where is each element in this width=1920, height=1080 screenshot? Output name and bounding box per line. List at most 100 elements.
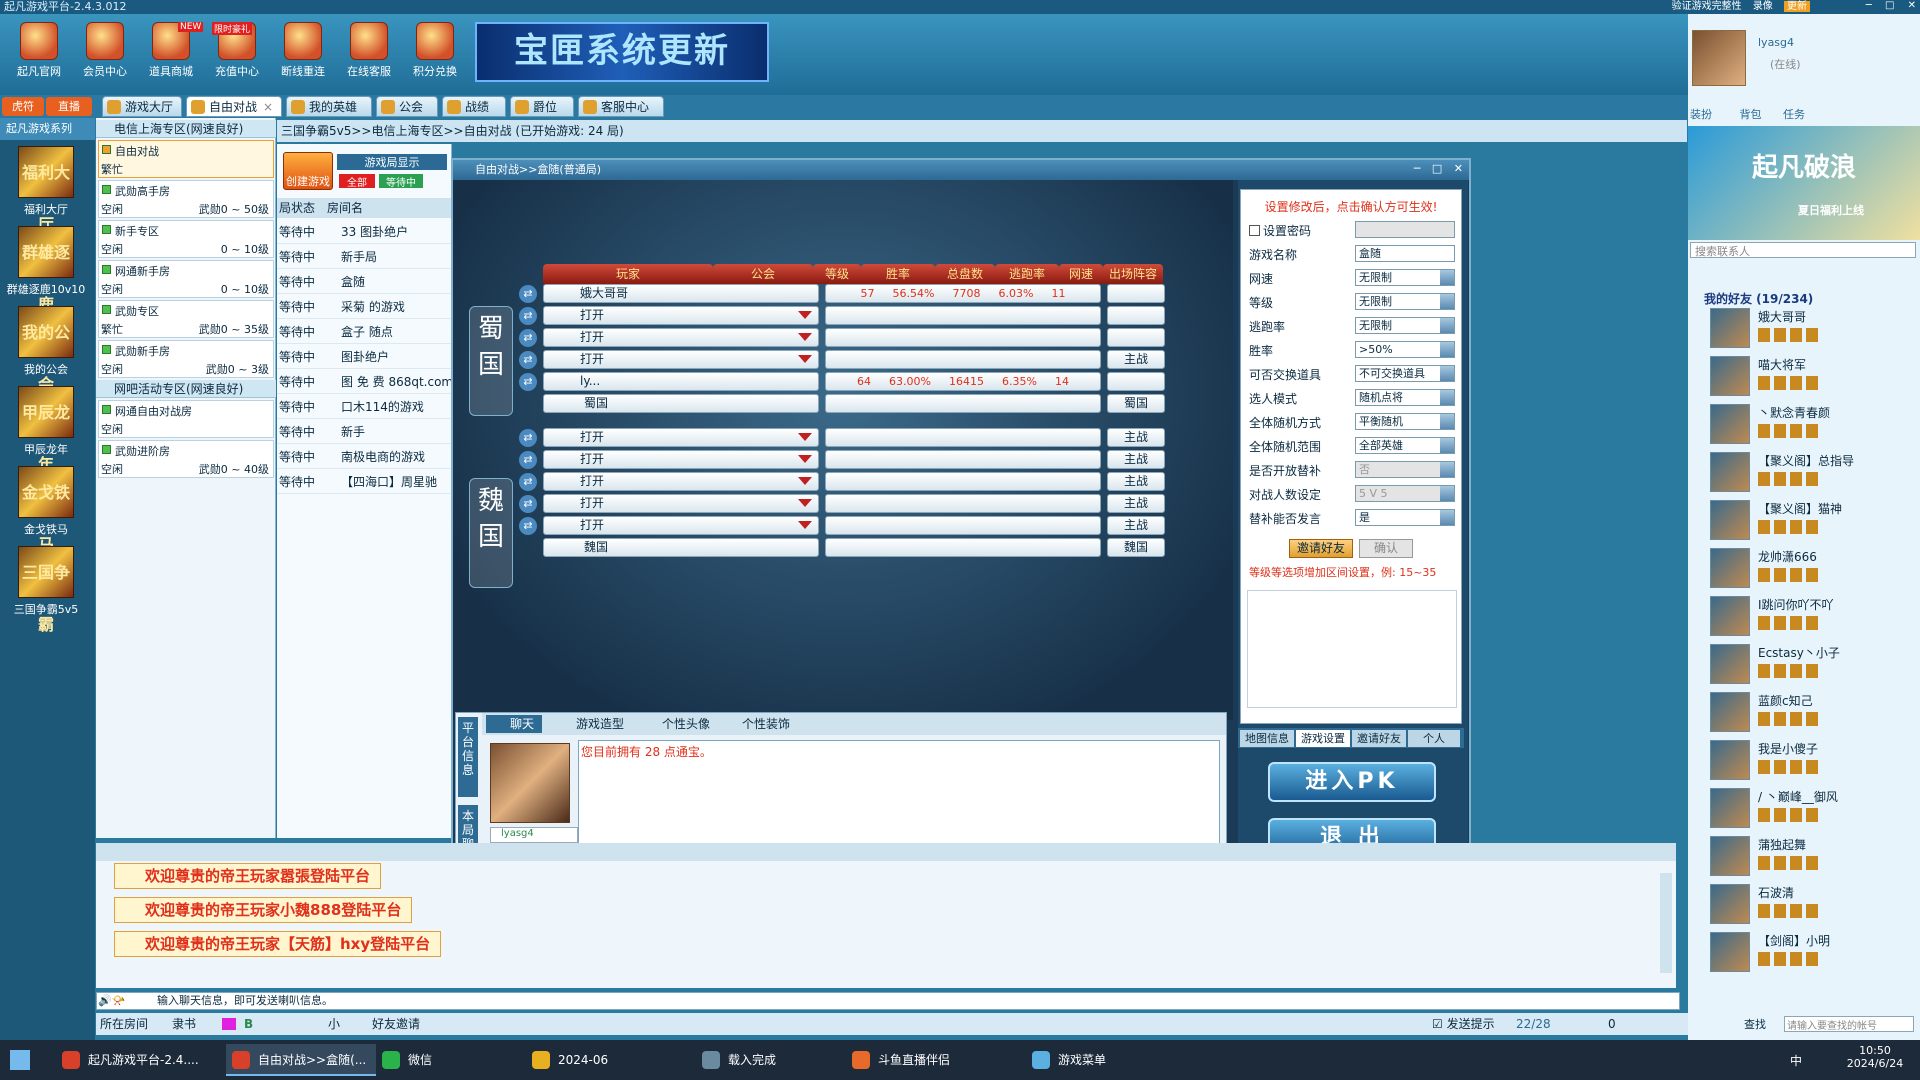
game-row[interactable]: 等待中 图卦绝户 xyxy=(277,345,452,369)
minimize-icon[interactable]: ─ xyxy=(1866,0,1872,11)
swap-seat-icon[interactable]: ⇄ xyxy=(519,429,537,447)
dropdown-arrow-icon[interactable] xyxy=(1440,294,1454,309)
tab-personal[interactable]: 个人 xyxy=(1408,730,1460,747)
taskbar-app[interactable]: 载入完成 xyxy=(696,1044,846,1076)
dress-link[interactable]: 装扮 xyxy=(1690,108,1712,121)
slot-dropdown-icon[interactable] xyxy=(798,499,812,507)
dropdown-arrow-icon[interactable] xyxy=(1440,318,1454,333)
password-checkbox[interactable] xyxy=(1249,225,1260,236)
role-slot[interactable]: 主战 xyxy=(1107,350,1165,369)
dropdown-arrow-icon[interactable] xyxy=(1440,270,1454,285)
game-row[interactable]: 等待中 【四海口】周星驰 xyxy=(277,470,452,494)
minimize-icon[interactable]: ─ xyxy=(1414,162,1421,175)
scope-select[interactable]: 所在房间 xyxy=(100,1013,148,1035)
tab-tiger[interactable]: 虎符 xyxy=(2,97,44,116)
taskbar-app[interactable]: 2024-06 xyxy=(526,1044,676,1076)
setting-select[interactable]: 5 V 5 xyxy=(1355,485,1455,502)
start-icon[interactable] xyxy=(10,1050,30,1070)
my-avatar[interactable] xyxy=(1692,30,1746,86)
bold-icon[interactable]: B xyxy=(244,1013,253,1035)
game-row[interactable]: 等待中 33 图卦绝户 xyxy=(277,220,452,244)
setting-select[interactable]: 盒随 xyxy=(1355,245,1455,262)
toolbar-shop-button[interactable]: 道具商城 NEW xyxy=(142,22,204,80)
friends-header[interactable]: 我的好友 (19/234) xyxy=(1704,290,1813,307)
game-row[interactable]: 等待中 口木114的游戏 xyxy=(277,395,452,419)
nav-my-guild[interactable]: 我的公会 我的公会 xyxy=(6,306,86,394)
game-row[interactable]: 等待中 新手 xyxy=(277,420,452,444)
setting-select[interactable]: 否 xyxy=(1355,461,1455,478)
friend-item[interactable]: 丶默念青春颜 xyxy=(1688,402,1916,450)
swap-seat-icon[interactable]: ⇄ xyxy=(519,329,537,347)
swap-seat-icon[interactable]: ⇄ xyxy=(519,307,537,325)
player-slot[interactable]: 打开 xyxy=(543,450,819,469)
slot-dropdown-icon[interactable] xyxy=(798,355,812,363)
toolbar-home-button[interactable]: 起凡官网 xyxy=(10,22,68,80)
game-row[interactable]: 等待中 新手局 xyxy=(277,245,452,269)
friend-item[interactable]: 【聚义阁】总指导 xyxy=(1688,450,1916,498)
player-slot[interactable]: 打开 xyxy=(543,306,819,325)
friend-item[interactable]: 【聚义阁】猫神 xyxy=(1688,498,1916,546)
setting-select[interactable]: 平衡随机 xyxy=(1355,413,1455,430)
game-row[interactable]: 等待中 盒随 xyxy=(277,270,452,294)
slot-dropdown-icon[interactable] xyxy=(798,333,812,341)
tab-heroes[interactable]: 我的英雄 xyxy=(286,96,372,117)
swap-seat-icon[interactable]: ⇄ xyxy=(519,351,537,369)
nav-dragon-year[interactable]: 甲辰龙年 甲辰龙年 xyxy=(6,386,86,474)
confirm-button[interactable]: 确认 xyxy=(1359,539,1413,558)
player-slot[interactable]: 打开 xyxy=(543,328,819,347)
contact-search-input[interactable]: 搜索联系人 xyxy=(1690,242,1916,258)
dropdown-arrow-icon[interactable] xyxy=(1440,366,1454,381)
player-slot[interactable]: 打开 xyxy=(543,428,819,447)
taskbar-app[interactable]: 斗鱼直播伴侣 xyxy=(846,1044,996,1076)
filter-waiting-button[interactable]: 等待中 xyxy=(379,174,423,189)
account-search-input[interactable]: 请输入要查找的帐号 xyxy=(1784,1016,1914,1032)
password-input[interactable] xyxy=(1355,221,1455,238)
trumpet-icon[interactable]: 📯 xyxy=(112,994,126,1007)
dropdown-arrow-icon[interactable] xyxy=(1440,486,1454,501)
role-slot[interactable]: 主战 xyxy=(1107,450,1165,469)
bulletin-scrollbar[interactable] xyxy=(1660,873,1672,973)
room-item[interactable]: 武勋高手房 空闲 武勋0 ~ 50级 xyxy=(98,180,274,218)
toolbar-recharge-button[interactable]: 充值中心 限时豪礼 xyxy=(208,22,266,80)
swap-seat-icon[interactable]: ⇄ xyxy=(519,473,537,491)
create-game-button[interactable]: 创建游戏 xyxy=(283,152,333,190)
room-group-telecom[interactable]: 电信上海专区(网速良好) xyxy=(96,120,276,138)
friend-item[interactable]: 龙帅潇666 xyxy=(1688,546,1916,594)
friend-item[interactable]: 我是小傻子 xyxy=(1688,738,1916,786)
tab-support[interactable]: 客服中心 xyxy=(578,96,664,117)
swap-seat-icon[interactable]: ⇄ xyxy=(519,373,537,391)
font-select[interactable]: 隶书 xyxy=(172,1013,196,1035)
enter-pk-button[interactable]: 进入PK xyxy=(1268,762,1436,802)
game-row[interactable]: 等待中 盒子 随点 xyxy=(277,320,452,344)
player-slot[interactable]: 娥大哥哥 xyxy=(543,284,819,303)
friend-item[interactable]: 石波清 xyxy=(1688,882,1916,930)
tab-guild[interactable]: 公会 xyxy=(376,96,438,117)
taskbar-app[interactable]: 微信 xyxy=(376,1044,526,1076)
taskbar-app[interactable]: 游戏菜单 xyxy=(1026,1044,1176,1076)
bag-link[interactable]: 背包 xyxy=(1740,108,1762,121)
invite-select[interactable]: 好友邀请 xyxy=(372,1013,420,1035)
setting-select[interactable]: 无限制 xyxy=(1355,269,1455,286)
nav-5v5[interactable]: 三国争霸 三国争霸5v5 xyxy=(6,546,86,634)
tab-close-icon[interactable]: × xyxy=(263,100,273,114)
room-item[interactable]: 新手专区 空闲 0 ~ 10级 xyxy=(98,220,274,258)
swap-seat-icon[interactable]: ⇄ xyxy=(519,517,537,535)
find-button[interactable]: 查找 xyxy=(1744,1016,1766,1032)
maximize-icon[interactable]: □ xyxy=(1432,162,1442,175)
room-item[interactable]: 武勋进阶房 空闲 武勋0 ~ 40级 xyxy=(98,440,274,478)
slot-dropdown-icon[interactable] xyxy=(798,477,812,485)
role-slot[interactable] xyxy=(1107,306,1165,325)
dropdown-arrow-icon[interactable] xyxy=(1440,510,1454,525)
tab-map-info[interactable]: 地图信息 xyxy=(1240,730,1294,747)
friend-item[interactable]: Ecstasy丶小子 xyxy=(1688,642,1916,690)
speaker-icon[interactable]: 🔊 xyxy=(98,994,112,1007)
color-picker[interactable] xyxy=(222,1018,236,1030)
role-slot[interactable]: 主战 xyxy=(1107,472,1165,491)
event-banner[interactable]: 起凡破浪 夏日福利上线 xyxy=(1688,126,1920,240)
player-slot[interactable]: ly... xyxy=(543,372,819,391)
setting-select[interactable]: 不可交换道具 xyxy=(1355,365,1455,382)
toolbar-member-button[interactable]: 会员中心 xyxy=(76,22,134,80)
setting-select[interactable]: 随机点将 xyxy=(1355,389,1455,406)
tab-decoration[interactable]: 个性装饰 xyxy=(722,715,790,733)
toolbar-service-button[interactable]: 在线客服 xyxy=(340,22,398,80)
